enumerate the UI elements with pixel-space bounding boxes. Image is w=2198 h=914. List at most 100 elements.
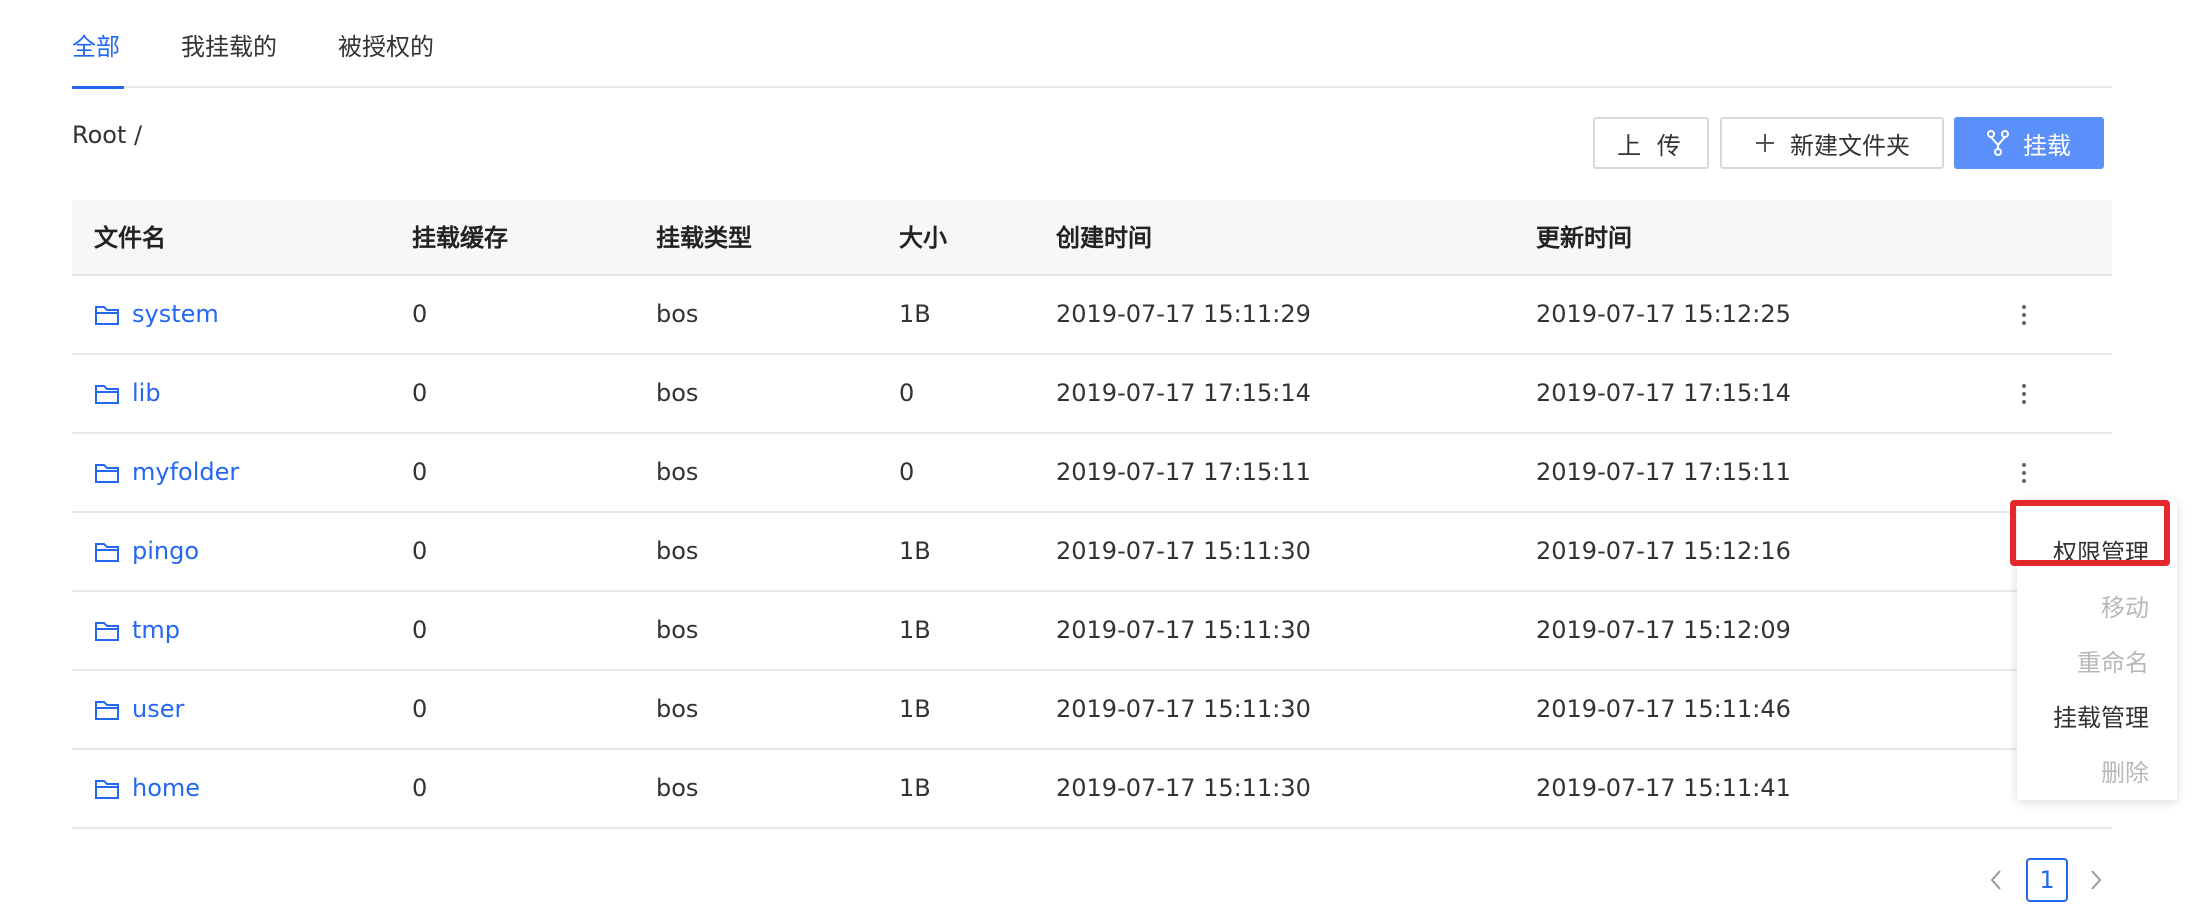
more-actions-icon[interactable]	[2014, 355, 2034, 432]
next-page-button[interactable]	[2086, 858, 2106, 902]
file-name-link[interactable]: tmp	[94, 592, 180, 669]
file-table: 文件名 挂载缓存 挂载类型 大小 创建时间 更新时间 system 0 bos 1B 2…	[72, 200, 2112, 829]
mount-type-cell: bos	[656, 458, 699, 486]
active-tab-indicator	[72, 86, 124, 89]
tab-all[interactable]: 全部	[72, 30, 124, 89]
file-name: myfolder	[132, 458, 240, 486]
prev-page-button[interactable]	[1986, 858, 2006, 902]
updated-time-cell: 2019-07-17 15:12:09	[1536, 616, 1791, 644]
file-name-link[interactable]: pingo	[94, 513, 199, 590]
menu-item-rename[interactable]: 重命名	[2077, 646, 2149, 680]
tab-bar: 全部 我挂载的 被授权的	[72, 0, 2112, 89]
mount-cache-cell: 0	[412, 695, 428, 723]
created-time-cell: 2019-07-17 17:15:11	[1056, 458, 1311, 486]
folder-icon	[94, 462, 120, 484]
mount-button[interactable]: 挂载	[1954, 117, 2104, 169]
created-time-cell: 2019-07-17 15:11:30	[1056, 616, 1311, 644]
file-name-link[interactable]: home	[94, 750, 200, 827]
header-filename[interactable]: 文件名	[94, 200, 166, 276]
file-name-link[interactable]: myfolder	[94, 434, 239, 511]
created-time-cell: 2019-07-17 15:11:30	[1056, 695, 1311, 723]
file-name-link[interactable]: lib	[94, 355, 161, 432]
menu-item-permission[interactable]: 权限管理	[2053, 536, 2149, 570]
size-cell: 1B	[899, 616, 931, 644]
table-row[interactable]: home 0 bos 1B 2019-07-17 15:11:30 2019-07-17 …	[72, 750, 2112, 829]
folder-icon	[94, 699, 120, 721]
upload-button-label: 上 传	[1617, 131, 1685, 160]
mount-cache-cell: 0	[412, 300, 428, 328]
table-row[interactable]: myfolder 0 bos 0 2019-07-17 17:15:11 2019-07-…	[72, 434, 2112, 513]
file-name-link[interactable]: system	[94, 276, 219, 353]
mount-type-cell: bos	[656, 695, 699, 723]
header-mount-cache[interactable]: 挂载缓存	[412, 200, 508, 276]
table-row[interactable]: tmp 0 bos 1B 2019-07-17 15:11:30 2019-07-17 1…	[72, 592, 2112, 671]
updated-time-cell: 2019-07-17 15:12:16	[1536, 537, 1791, 565]
new-folder-button-label: 新建文件夹	[1790, 131, 1910, 160]
file-name: home	[132, 774, 201, 802]
folder-icon	[94, 541, 120, 563]
mount-type-cell: bos	[656, 774, 699, 802]
size-cell: 1B	[899, 774, 931, 802]
mount-cache-cell: 0	[412, 458, 428, 486]
tab-my-mounts[interactable]: 我挂载的	[181, 30, 277, 64]
mount-cache-cell: 0	[412, 537, 428, 565]
table-row[interactable]: pingo 0 bos 1B 2019-07-17 15:11:30 2019-07-17…	[72, 513, 2112, 592]
created-time-cell: 2019-07-17 15:11:30	[1056, 537, 1311, 565]
header-mount-type[interactable]: 挂载类型	[656, 200, 752, 276]
created-time-cell: 2019-07-17 15:11:30	[1056, 774, 1311, 802]
tab-all-label: 全部	[72, 33, 120, 61]
mount-cache-cell: 0	[412, 616, 428, 644]
mount-icon	[1987, 130, 2009, 156]
mount-cache-cell: 0	[412, 379, 428, 407]
size-cell: 1B	[899, 695, 931, 723]
created-time-cell: 2019-07-17 15:11:29	[1056, 300, 1311, 328]
menu-item-delete[interactable]: 删除	[2101, 756, 2149, 790]
size-cell: 0	[899, 379, 915, 407]
tab-authorized-label: 被授权的	[338, 33, 434, 61]
size-cell: 1B	[899, 537, 931, 565]
upload-button[interactable]: 上 传	[1593, 117, 1709, 169]
tab-authorized[interactable]: 被授权的	[338, 30, 434, 64]
chevron-right-icon	[2091, 870, 2102, 890]
file-name: tmp	[132, 616, 181, 644]
table-header: 文件名 挂载缓存 挂载类型 大小 创建时间 更新时间	[72, 200, 2112, 276]
table-row[interactable]: lib 0 bos 0 2019-07-17 17:15:14 2019-07-17 17…	[72, 355, 2112, 434]
more-actions-icon[interactable]	[2014, 276, 2034, 353]
tab-my-mounts-label: 我挂载的	[181, 33, 277, 61]
folder-icon	[94, 778, 120, 800]
mount-button-label: 挂载	[2023, 131, 2071, 160]
file-name: pingo	[132, 537, 200, 565]
table-row[interactable]: system 0 bos 1B 2019-07-17 15:11:29 2019-07-1…	[72, 276, 2112, 355]
header-size[interactable]: 大小	[899, 200, 947, 276]
plus-icon	[1754, 132, 1776, 154]
chevron-left-icon	[1990, 870, 2001, 890]
folder-icon	[94, 304, 120, 326]
file-name: lib	[132, 379, 161, 407]
size-cell: 0	[899, 458, 915, 486]
folder-icon	[94, 620, 120, 642]
created-time-cell: 2019-07-17 17:15:14	[1056, 379, 1311, 407]
updated-time-cell: 2019-07-17 17:15:11	[1536, 458, 1791, 486]
new-folder-button[interactable]: 新建文件夹	[1720, 117, 1944, 169]
file-name: system	[132, 300, 219, 328]
mount-type-cell: bos	[656, 300, 699, 328]
updated-time-cell: 2019-07-17 15:11:41	[1536, 774, 1791, 802]
breadcrumb[interactable]: Root /	[72, 118, 142, 152]
updated-time-cell: 2019-07-17 15:11:46	[1536, 695, 1791, 723]
menu-item-move[interactable]: 移动	[2101, 591, 2149, 625]
updated-time-cell: 2019-07-17 17:15:14	[1536, 379, 1791, 407]
updated-time-cell: 2019-07-17 15:12:25	[1536, 300, 1791, 328]
mount-type-cell: bos	[656, 616, 699, 644]
mount-cache-cell: 0	[412, 774, 428, 802]
size-cell: 1B	[899, 300, 931, 328]
menu-item-mount-management[interactable]: 挂载管理	[2053, 701, 2149, 735]
page-number-button[interactable]: 1	[2026, 858, 2068, 902]
table-row[interactable]: user 0 bos 1B 2019-07-17 15:11:30 2019-07-17 …	[72, 671, 2112, 750]
row-action-menu: 权限管理 移动 重命名 挂载管理 删除	[2017, 500, 2177, 800]
table-body: system 0 bos 1B 2019-07-17 15:11:29 2019-07-1…	[72, 276, 2112, 829]
file-name: user	[132, 695, 185, 723]
file-name-link[interactable]: user	[94, 671, 184, 748]
header-created-time[interactable]: 创建时间	[1056, 200, 1152, 276]
folder-icon	[94, 383, 120, 405]
header-updated-time[interactable]: 更新时间	[1536, 200, 1632, 276]
